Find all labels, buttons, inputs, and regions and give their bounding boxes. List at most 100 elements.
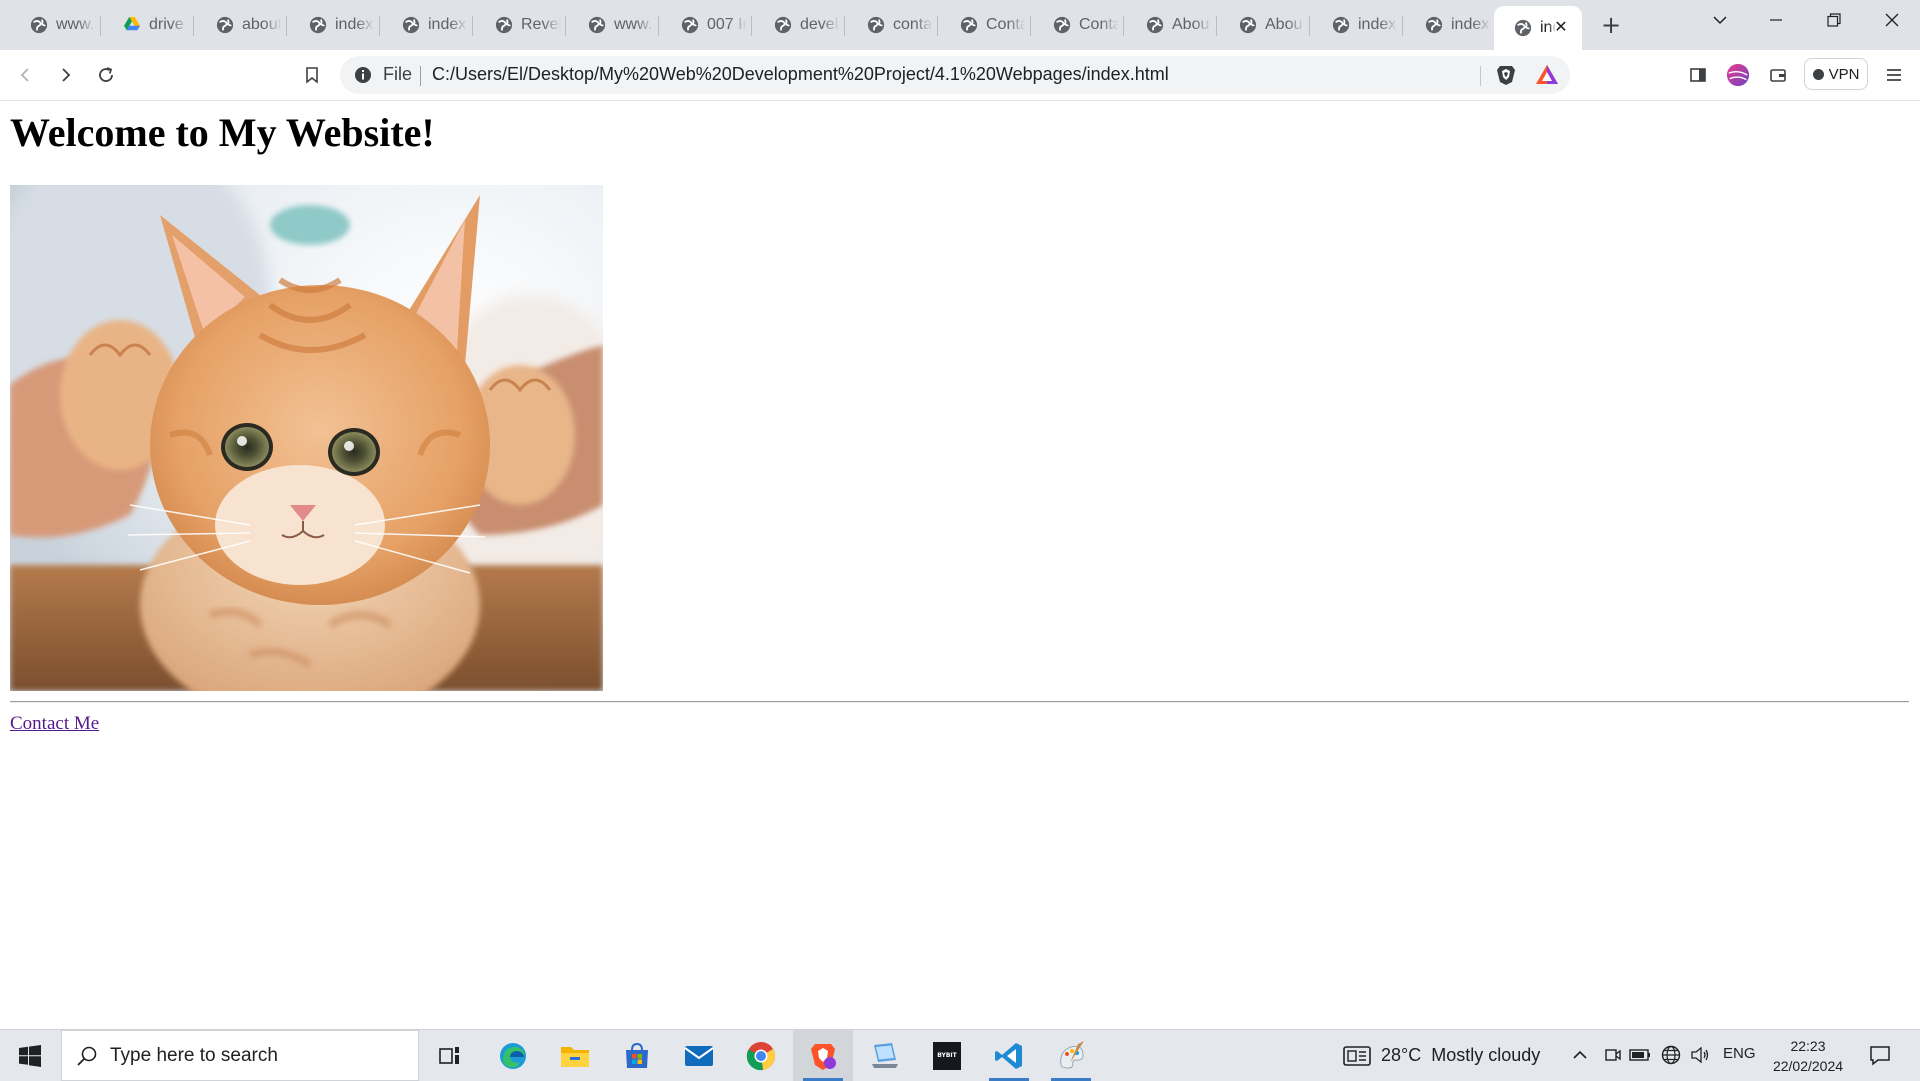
browser-tab[interactable]: devel xyxy=(752,6,845,44)
browser-tab[interactable]: about xyxy=(194,6,287,44)
globe-icon xyxy=(495,16,513,34)
profile-avatar-icon xyxy=(1726,63,1750,87)
browser-tab[interactable]: Conta xyxy=(938,6,1031,44)
minimize-icon xyxy=(1770,19,1782,21)
close-tab-icon[interactable]: ✕ xyxy=(1552,17,1570,36)
vpn-label: VPN xyxy=(1828,65,1860,83)
task-view-button[interactable] xyxy=(420,1030,480,1081)
tab-title: Abou xyxy=(1265,16,1303,33)
wallet-button[interactable] xyxy=(1766,63,1790,87)
tab-active[interactable]: index ✕ xyxy=(1494,6,1582,50)
profile-button[interactable] xyxy=(1726,63,1750,87)
mail-icon xyxy=(684,1045,714,1066)
vscode-button[interactable] xyxy=(979,1030,1039,1081)
restore-button[interactable] xyxy=(1806,0,1862,40)
battery-icon[interactable] xyxy=(1629,1044,1651,1066)
brave-rewards-icon[interactable] xyxy=(1534,63,1560,87)
bookmark-icon xyxy=(306,67,318,84)
tab-title: about xyxy=(242,16,282,33)
weather-news-icon xyxy=(1343,1045,1371,1066)
taskbar: Type here to search BYBIT 28°C Mostly cl… xyxy=(0,1029,1920,1081)
browser-tab[interactable]: Abou xyxy=(1124,6,1217,44)
horizontal-rule xyxy=(10,701,1909,703)
back-button[interactable] xyxy=(14,63,38,87)
contact-me-link[interactable]: Contact Me xyxy=(10,713,99,735)
browser-tab[interactable]: index xyxy=(380,6,473,44)
paint-button[interactable] xyxy=(1041,1030,1101,1081)
clock[interactable]: 22:23 22/02/2024 xyxy=(1768,1036,1848,1076)
divider xyxy=(420,66,421,86)
taskbar-search[interactable]: Type here to search xyxy=(61,1030,419,1081)
this-pc-button[interactable] xyxy=(855,1030,915,1081)
tab-strip: www. drive about index index Revel www. 007 Ir d… xyxy=(0,0,1920,50)
browser-tab[interactable]: 007 Ir xyxy=(659,6,752,44)
edge-icon xyxy=(500,1042,526,1069)
mail-button[interactable] xyxy=(669,1030,729,1081)
tab-title: index xyxy=(428,16,467,33)
volume-icon[interactable] xyxy=(1689,1044,1711,1066)
vpn-button[interactable]: VPN xyxy=(1804,58,1868,90)
tab-title: Abou xyxy=(1172,16,1210,33)
weather-condition: Mostly cloudy xyxy=(1431,1045,1541,1065)
notifications-button[interactable] xyxy=(1868,1043,1892,1067)
chrome-button[interactable] xyxy=(731,1030,791,1081)
network-globe-icon[interactable] xyxy=(1660,1044,1682,1066)
page-content: Welcome to My Website! Contact Me xyxy=(0,101,1920,1029)
minimize-button[interactable] xyxy=(1748,0,1804,40)
edge-button[interactable] xyxy=(483,1030,543,1081)
forward-button[interactable] xyxy=(54,63,78,87)
close-window-button[interactable] xyxy=(1864,0,1920,40)
menu-button[interactable] xyxy=(1882,63,1906,87)
meet-now-icon[interactable] xyxy=(1602,1044,1624,1066)
new-tab-button[interactable]: + xyxy=(1596,10,1626,40)
tab-title: index xyxy=(335,16,374,33)
scheme-label: File xyxy=(383,64,413,84)
globe-icon xyxy=(402,16,420,34)
tab-title: conta xyxy=(893,16,933,33)
tab-title: www. xyxy=(614,16,653,33)
browser-tab[interactable]: conta xyxy=(845,6,938,44)
brave-shields-icon[interactable] xyxy=(1494,63,1518,87)
globe-icon xyxy=(1514,19,1532,37)
weather-widget[interactable]: 28°C Mostly cloudy xyxy=(1343,1030,1540,1081)
tab-title: index xyxy=(1358,16,1397,33)
browser-tab[interactable]: Revel xyxy=(473,6,566,44)
info-icon[interactable] xyxy=(354,66,372,84)
sidebar-icon xyxy=(1690,68,1706,82)
reload-button[interactable] xyxy=(94,63,118,87)
brave-taskbar-button[interactable] xyxy=(793,1030,853,1081)
globe-icon xyxy=(1425,16,1443,34)
tab-title: Conta xyxy=(1079,16,1119,33)
sidebar-button[interactable] xyxy=(1686,63,1710,87)
chevron-up-icon xyxy=(1573,1050,1587,1059)
browser-tab[interactable]: www. xyxy=(8,6,101,44)
browser-tab[interactable]: index xyxy=(1403,6,1496,44)
tab-search-button[interactable] xyxy=(1692,0,1748,40)
globe-icon xyxy=(309,16,327,34)
file-explorer-button[interactable] xyxy=(545,1030,605,1081)
divider xyxy=(1480,66,1481,86)
bybit-button[interactable]: BYBIT xyxy=(917,1030,977,1081)
browser-tab[interactable]: Abou xyxy=(1217,6,1310,44)
url-text[interactable]: C:/Users/El/Desktop/My%20Web%20Developme… xyxy=(432,64,1169,85)
paint-icon xyxy=(1060,1040,1084,1069)
show-hidden-icons-button[interactable] xyxy=(1569,1044,1591,1066)
start-button[interactable] xyxy=(0,1030,60,1081)
kitten-image xyxy=(10,185,603,691)
globe-icon xyxy=(588,16,606,34)
browser-tab[interactable]: index xyxy=(1310,6,1403,44)
microsoft-store-button[interactable] xyxy=(607,1030,667,1081)
vscode-icon xyxy=(995,1042,1022,1069)
browser-tab[interactable]: www. xyxy=(566,6,659,44)
globe-icon xyxy=(774,16,792,34)
address-bar[interactable]: File C:/Users/El/Desktop/My%20Web%20Deve… xyxy=(340,56,1570,94)
browser-tab[interactable]: drive xyxy=(101,6,194,44)
browser-tab[interactable]: index xyxy=(287,6,380,44)
language-indicator[interactable]: ENG xyxy=(1723,1045,1756,1062)
bookmark-button[interactable] xyxy=(300,63,324,87)
globe-icon xyxy=(867,16,885,34)
tab-title: www. xyxy=(56,16,95,33)
close-icon xyxy=(1885,13,1899,27)
wallet-icon xyxy=(1770,69,1786,82)
browser-tab[interactable]: Conta xyxy=(1031,6,1124,44)
